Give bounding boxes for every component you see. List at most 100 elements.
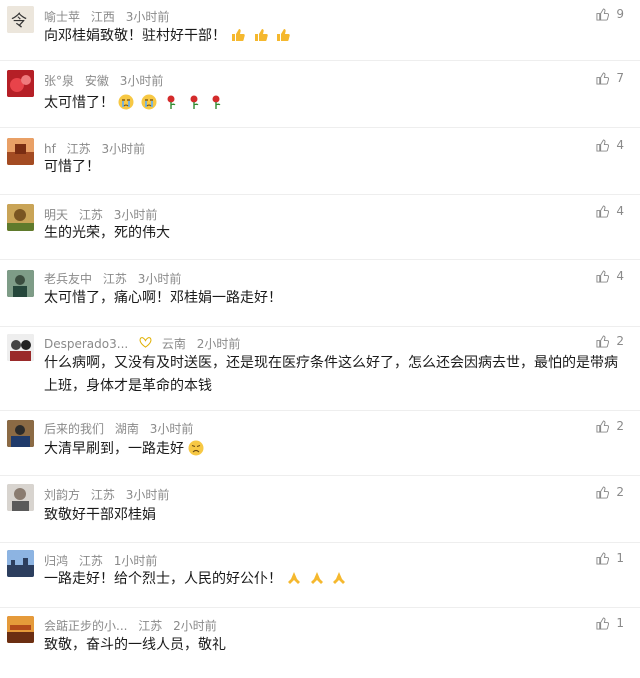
username[interactable]: hf [44, 142, 56, 156]
timestamp: 1小时前 [113, 554, 158, 568]
like-count: 2 [616, 419, 624, 433]
folded-hands-icon [309, 570, 325, 586]
username[interactable]: Desperado3... [44, 337, 128, 351]
like-count: 4 [616, 138, 624, 152]
fan-badge-icon [139, 337, 152, 351]
like-button[interactable]: 4 [596, 138, 624, 152]
region: 江苏 [78, 208, 103, 222]
username[interactable]: 归鸿 [44, 554, 68, 568]
comment-item: 归鸿 江苏 1小时前 1 一路走好！给个烈士，人民的好公仆！ [0, 544, 640, 608]
rose-icon [208, 94, 224, 110]
comment-meta: 刘韵方 江苏 3小时前 [44, 486, 176, 503]
username[interactable]: 喻士苹 [44, 10, 80, 24]
comment-item: 刘韵方 江苏 3小时前 2 致敬好干部邓桂娟 [0, 478, 640, 543]
comment-text: 可惜了！ [44, 156, 622, 179]
avatar[interactable] [7, 270, 34, 297]
timestamp: 3小时前 [149, 422, 194, 436]
comment-body: 向邓桂娟致敬！驻村好干部！ [44, 28, 226, 44]
comment-text: 向邓桂娟致敬！驻村好干部！ [44, 25, 622, 48]
like-button[interactable]: 1 [596, 551, 624, 565]
timestamp: 3小时前 [125, 488, 170, 502]
like-button[interactable]: 4 [596, 269, 624, 283]
thumbs-up-icon [596, 334, 610, 348]
like-count: 2 [616, 485, 624, 499]
divider [0, 194, 640, 195]
like-count: 2 [616, 334, 624, 348]
comment-meta: 老兵友中 江苏 3小时前 [44, 270, 188, 287]
region: 安徽 [84, 74, 109, 88]
divider [0, 542, 640, 543]
comment-text: 生的光荣，死的伟大 [44, 222, 622, 245]
comment-body: 生的光荣，死的伟大 [44, 225, 170, 241]
comment-body: 大清早刷到，一路走好 [44, 441, 184, 457]
crying-face-icon [118, 94, 134, 110]
like-button[interactable]: 7 [596, 71, 624, 85]
like-button[interactable]: 4 [596, 204, 624, 218]
like-count: 4 [616, 269, 624, 283]
like-button[interactable]: 9 [596, 7, 624, 21]
timestamp: 3小时前 [125, 10, 170, 24]
divider [0, 60, 640, 61]
divider [0, 410, 640, 411]
like-count: 1 [616, 551, 624, 565]
timestamp: 2小时前 [173, 619, 217, 633]
timestamp: 3小时前 [101, 142, 146, 156]
comment-item: 张°泉 安徽 3小时前 7 太可惜了！ [0, 64, 640, 128]
like-button[interactable]: 2 [596, 419, 624, 433]
username[interactable]: 明天 [44, 208, 68, 222]
folded-hands-icon [286, 570, 302, 586]
comment-text: 致敬，奋斗的一线人员，敬礼 [44, 634, 622, 657]
thumbs-up-icon [596, 7, 610, 21]
like-button[interactable]: 2 [596, 334, 624, 348]
divider [0, 326, 640, 327]
divider [0, 475, 640, 476]
region: 湖南 [114, 422, 139, 436]
username[interactable]: 会踮正步的小... [44, 619, 127, 633]
avatar[interactable] [7, 204, 34, 231]
avatar[interactable] [7, 334, 34, 361]
region: 江苏 [78, 554, 103, 568]
crying-face-icon [141, 94, 157, 110]
comment-item: 老兵友中 江苏 3小时前 4 太可惜了，痛心啊！邓桂娟一路走好！ [0, 262, 640, 327]
region: 江苏 [66, 142, 91, 156]
thumbs-up-icon [596, 551, 610, 565]
avatar[interactable] [7, 138, 34, 165]
divider [0, 607, 640, 608]
avatar[interactable] [7, 70, 34, 97]
avatar[interactable] [7, 420, 34, 447]
thumbs-up-icon [596, 269, 610, 283]
username[interactable]: 老兵友中 [44, 272, 92, 286]
comment-meta: 喻士苹 江西 3小时前 [44, 8, 176, 25]
like-button[interactable]: 1 [596, 616, 624, 630]
comment-text: 大清早刷到，一路走好 [44, 438, 622, 461]
username[interactable]: 刘韵方 [44, 488, 80, 502]
avatar[interactable] [7, 616, 34, 643]
divider [0, 259, 640, 260]
comment-body: 什么病啊，又没有及时送医，还是现在医疗条件这么好了，怎么还会因病去世，最怕的是带… [44, 355, 618, 394]
like-count: 1 [616, 616, 624, 630]
svg-text:令: 令 [11, 11, 27, 30]
thumbs-up-icon [596, 485, 610, 499]
username[interactable]: 后来的我们 [44, 422, 104, 436]
region: 江苏 [138, 619, 163, 633]
region: 云南 [161, 337, 186, 351]
comment-meta: 张°泉 安徽 3小时前 [44, 72, 170, 89]
username[interactable]: 张°泉 [44, 74, 74, 88]
region: 江苏 [90, 488, 115, 502]
thumbs-up-emoji-icon [253, 27, 269, 43]
like-button[interactable]: 2 [596, 485, 624, 499]
comment-body: 致敬好干部邓桂娟 [44, 507, 156, 523]
avatar[interactable] [7, 550, 34, 577]
comment-item: 明天 江苏 3小时前 4 生的光荣，死的伟大 [0, 196, 640, 260]
comment-meta: hf 江苏 3小时前 [44, 140, 152, 157]
like-count: 7 [616, 71, 624, 85]
region: 江西 [90, 10, 115, 24]
comment-text: 一路走好！给个烈士，人民的好公仆！ [44, 568, 622, 591]
avatar[interactable]: 令 [7, 6, 34, 33]
avatar[interactable] [7, 484, 34, 511]
thumbs-up-icon [596, 204, 610, 218]
comment-body: 致敬，奋斗的一线人员，敬礼 [44, 637, 226, 653]
comment-meta: 明天 江苏 3小时前 [44, 206, 164, 223]
comment-item: hf 江苏 3小时前 4 可惜了！ [0, 130, 640, 195]
sad-face-icon [188, 440, 204, 456]
